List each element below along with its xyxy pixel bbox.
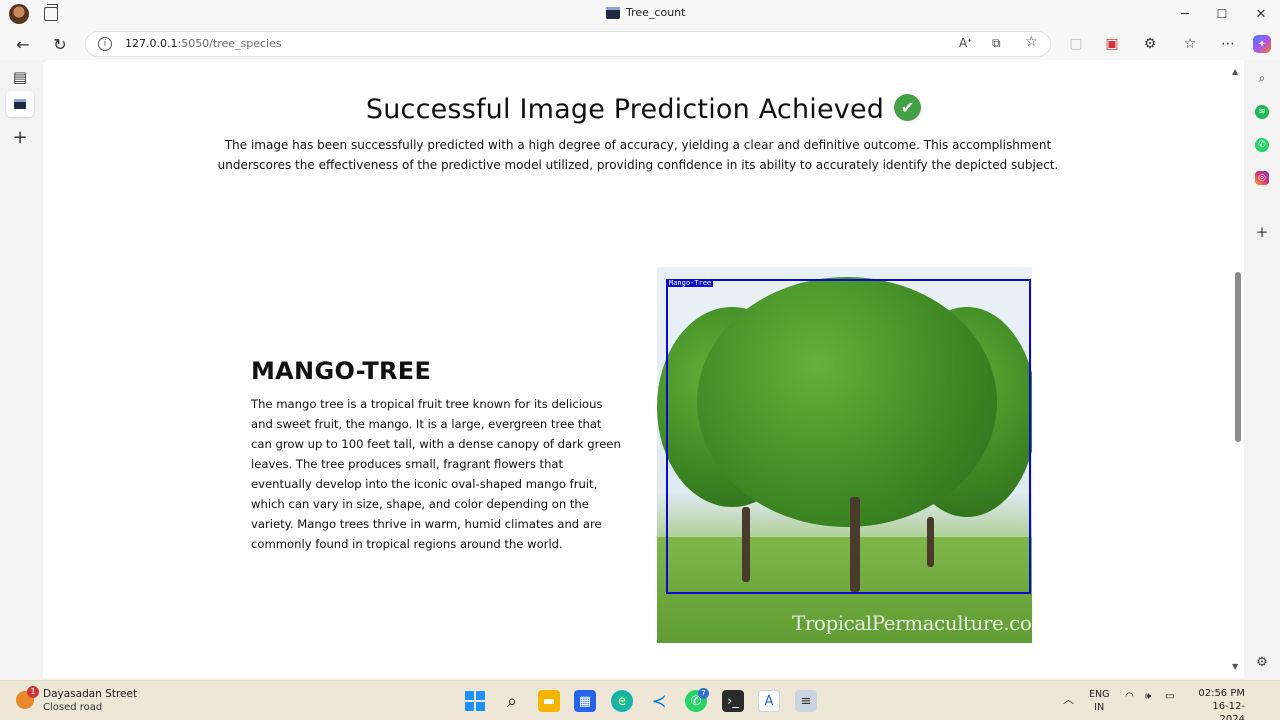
- terminal-app-icon: [606, 6, 620, 19]
- close-button[interactable]: ✕: [1251, 4, 1271, 24]
- terminal-taskbar-icon[interactable]: ›_: [722, 690, 744, 712]
- windows-start-icon[interactable]: [464, 690, 486, 712]
- edge-browser-icon[interactable]: e: [611, 690, 633, 712]
- scroll-up-icon[interactable]: ▲: [1232, 67, 1238, 76]
- check-circle-icon: ✔: [894, 94, 922, 121]
- app-a-icon[interactable]: A: [758, 690, 780, 712]
- url-host: 127.0.0.1: [125, 37, 178, 50]
- language-top: ENG: [1089, 689, 1110, 700]
- add-sidebar-app-icon[interactable]: +: [1255, 223, 1269, 241]
- web-page: Successful Image Prediction Achieved ✔ Th…: [43, 60, 1244, 678]
- window-title-text: Tree_count: [626, 6, 686, 19]
- title-bar: Tree_count ─ ☐ ✕: [0, 0, 1280, 28]
- window-title: Tree_count: [606, 6, 685, 19]
- intro-paragraph: The image has been successfully predicte…: [217, 138, 1059, 172]
- image-watermark: TropicalPermaculture.com: [792, 611, 1032, 635]
- refresh-icon[interactable]: ↻: [49, 33, 71, 55]
- url-text[interactable]: 127.0.0.1:5050/tree_species: [125, 37, 282, 50]
- favorites-icon[interactable]: ☆: [1181, 35, 1199, 53]
- widget-street[interactable]: Dayasadan Street: [43, 688, 137, 700]
- search-icon[interactable]: ⌕: [501, 690, 523, 712]
- extensions-icon[interactable]: ⚙: [1141, 35, 1159, 53]
- scroll-down-icon[interactable]: ▼: [1232, 662, 1238, 671]
- species-name: MANGO-TREE: [251, 357, 432, 385]
- site-info-icon[interactable]: i: [98, 37, 112, 51]
- whatsapp-icon[interactable]: ✆: [1255, 138, 1269, 152]
- terminal-tab-icon: [14, 99, 26, 109]
- right-sidebar: ⌕ ≋ ✆ ◎ + ⚙: [1244, 60, 1280, 678]
- new-tab-icon[interactable]: +: [10, 127, 30, 148]
- whatsapp-badge: 7: [698, 688, 709, 699]
- instagram-icon[interactable]: ◎: [1255, 171, 1269, 185]
- minimize-button[interactable]: ─: [1175, 4, 1195, 24]
- language-bottom: IN: [1094, 702, 1105, 713]
- clock-time: 02:56 PM: [1198, 688, 1245, 699]
- wifi-icon[interactable]: ◠: [1125, 691, 1134, 702]
- database-icon[interactable]: ≡: [795, 690, 817, 712]
- volume-icon[interactable]: 🕪: [1145, 691, 1151, 702]
- species-description: The mango tree is a tropical fruit tree …: [251, 397, 621, 551]
- split-screen-icon[interactable]: ▢: [1067, 35, 1085, 53]
- immersive-reader-icon[interactable]: ⧉: [992, 36, 1001, 51]
- vscode-icon[interactable]: ≺: [648, 690, 670, 712]
- copilot-icon[interactable]: ✦: [1253, 35, 1271, 53]
- maximize-button[interactable]: ☐: [1212, 4, 1232, 24]
- tab-tree-count[interactable]: [6, 91, 34, 117]
- tab-actions-icon[interactable]: [44, 4, 58, 21]
- search-icon[interactable]: ⌕: [1255, 71, 1269, 85]
- profile-avatar[interactable]: [9, 4, 29, 24]
- clock-date: 16-12-2024: [1212, 701, 1245, 720]
- address-bar[interactable]: i 127.0.0.1:5050/tree_species Aᐩ ⧉ ☆: [85, 31, 1051, 57]
- read-aloud-icon[interactable]: Aᐩ: [959, 36, 972, 50]
- microsoft-store-icon[interactable]: ▦: [574, 690, 596, 712]
- detection-bounding-box: [666, 279, 1031, 594]
- more-menu-icon[interactable]: ⋯: [1219, 35, 1237, 53]
- tray-overflow-icon[interactable]: ︿: [1063, 691, 1074, 707]
- file-explorer-icon[interactable]: ▬: [538, 690, 560, 712]
- detection-label: Mango-Tree: [667, 279, 714, 287]
- widget-status[interactable]: Closed road: [43, 702, 102, 713]
- battery-icon[interactable]: ▭: [1165, 691, 1174, 702]
- sidebar-settings-icon[interactable]: ⚙: [1255, 655, 1269, 670]
- favorite-star-icon[interactable]: ☆: [1025, 34, 1038, 50]
- heading-text: Successful Image Prediction Achieved: [365, 94, 885, 125]
- page-heading: Successful Image Prediction Achieved ✔: [43, 94, 1244, 125]
- url-path: :5050/tree_species: [177, 37, 282, 50]
- spotify-icon[interactable]: ≋: [1255, 105, 1269, 119]
- pdf-extension-icon[interactable]: ▣: [1103, 35, 1121, 53]
- tab-actions-menu-icon[interactable]: ▤: [10, 67, 30, 87]
- taskbar: 1 Dayasadan Street Closed road ⌕ ▬ ▦ e ≺…: [0, 680, 1280, 720]
- clock[interactable]: 02:56 PM 16-12-2024: [1190, 687, 1245, 720]
- back-icon[interactable]: ←: [12, 33, 34, 55]
- prediction-image: Mango-Tree TropicalPermaculture.com: [657, 267, 1032, 643]
- navigation-bar: ← ↻ i 127.0.0.1:5050/tree_species Aᐩ ⧉ ☆: [0, 28, 1280, 60]
- page-scrollbar-thumb[interactable]: [1235, 272, 1241, 442]
- language-indicator[interactable]: ENG IN: [1089, 688, 1109, 714]
- weather-badge: 1: [27, 686, 39, 698]
- vertical-tab-strip: ▤ +: [0, 60, 42, 678]
